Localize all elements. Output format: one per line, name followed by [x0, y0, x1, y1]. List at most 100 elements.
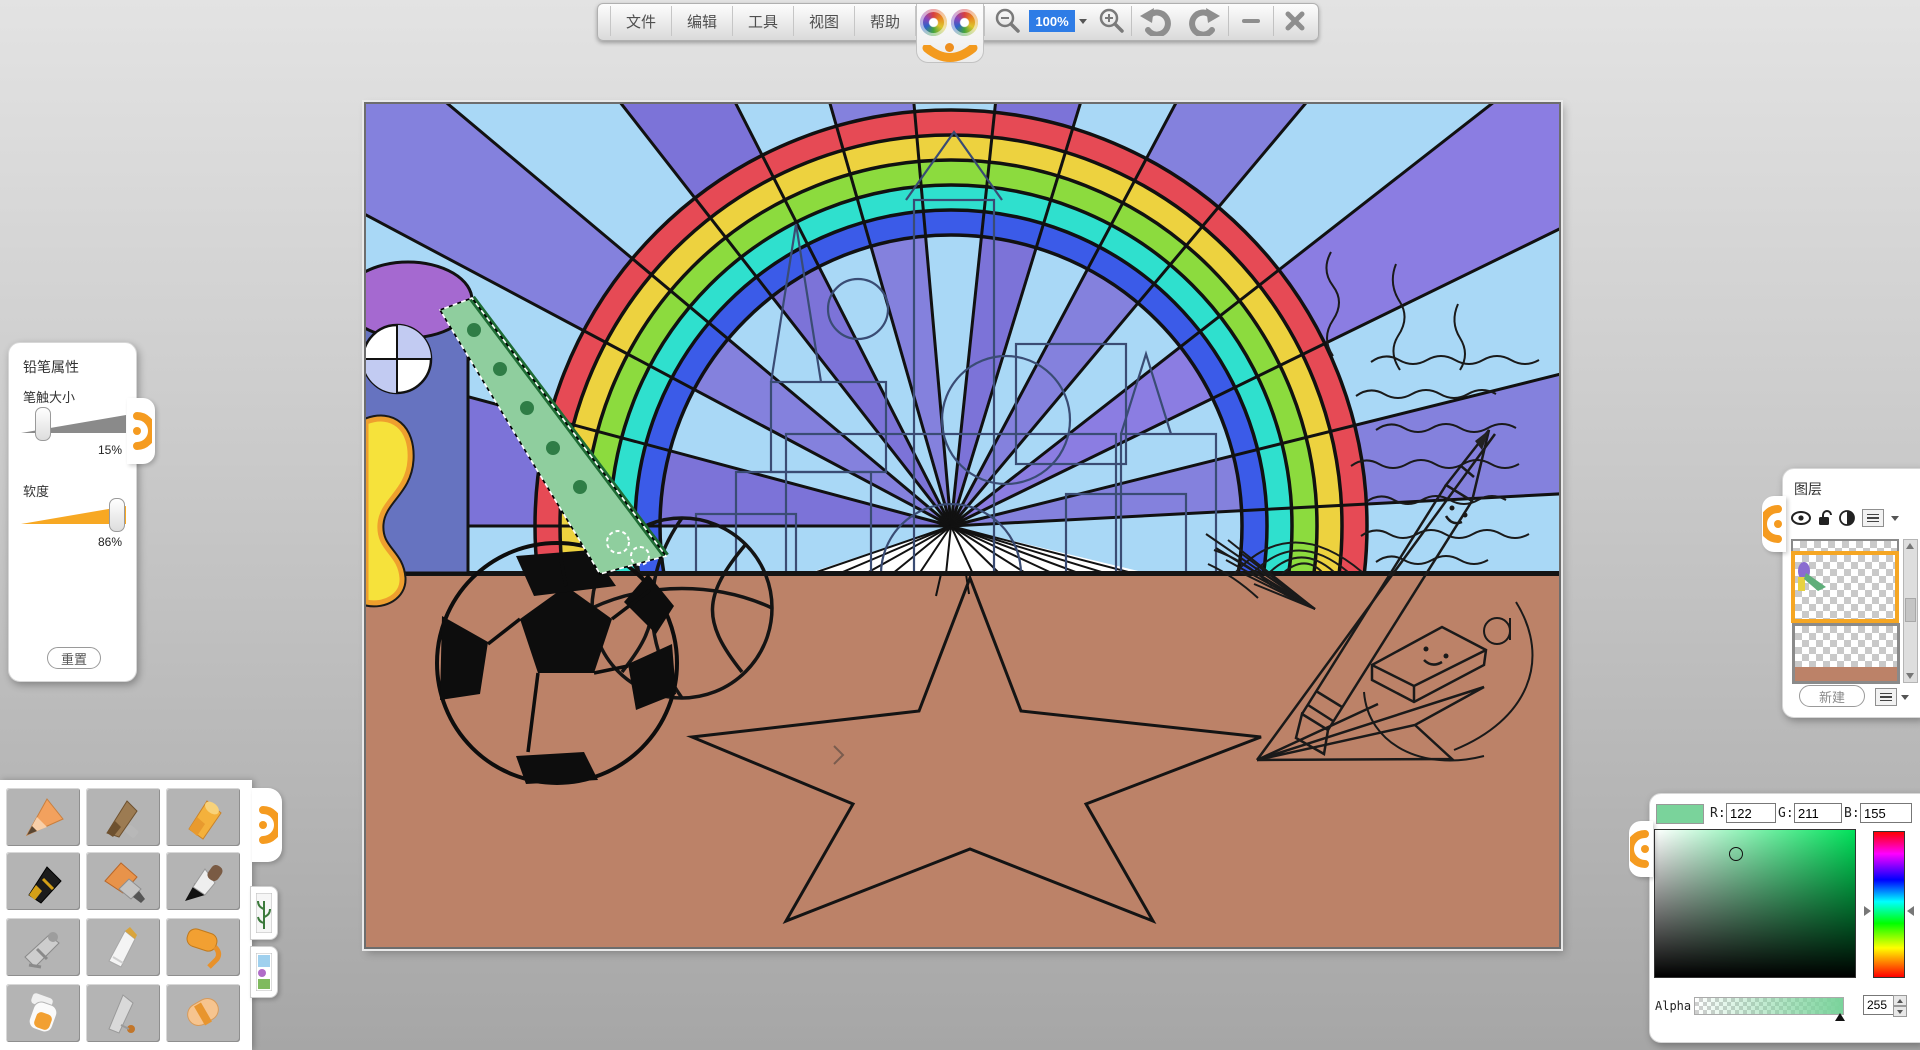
- layer-thumbnail-top[interactable]: [1791, 539, 1899, 551]
- tool-crayon[interactable]: [166, 788, 240, 846]
- picture-template-icon: [256, 953, 272, 991]
- scrollbar-thumb[interactable]: [1905, 598, 1916, 622]
- layers-panel: 图层: [1782, 468, 1920, 718]
- layers-scrollbar[interactable]: [1903, 539, 1918, 683]
- alpha-input[interactable]: [1863, 995, 1895, 1015]
- green-input[interactable]: [1794, 803, 1842, 823]
- color-picker-panel: R: G: B: Alpha: [1649, 793, 1920, 1043]
- undo-icon: [1138, 6, 1174, 36]
- tool-ink-brush[interactable]: [166, 852, 240, 910]
- orange-handle-icon: [256, 803, 278, 847]
- tool-eraser[interactable]: [166, 984, 240, 1042]
- orange-handle-icon: [1763, 502, 1785, 546]
- mascot-left-eye-icon[interactable]: [920, 9, 947, 36]
- tool-flat-brush[interactable]: [86, 852, 160, 910]
- tool-airbrush[interactable]: [6, 918, 80, 976]
- mascot-tab: [916, 4, 984, 63]
- layer-thumbnail-ground[interactable]: [1792, 623, 1900, 684]
- menu-file[interactable]: 文件: [610, 6, 672, 36]
- zoom-out-button[interactable]: [985, 6, 1029, 36]
- mascot-smile-icon: [922, 45, 978, 63]
- layer-menu-button[interactable]: [1862, 509, 1884, 527]
- ground-strip: [1795, 667, 1897, 681]
- redo-icon: [1186, 6, 1222, 36]
- zoom-out-icon: [992, 7, 1022, 35]
- app-window: 文件 编辑 工具 视图 帮助 100%: [0, 0, 1920, 1050]
- pencil-panel-title: 铅笔属性: [23, 357, 79, 377]
- palette-handle[interactable]: [252, 788, 282, 862]
- brush-size-label: 笔触大小: [23, 387, 75, 406]
- menu-view[interactable]: 视图: [794, 6, 855, 36]
- tool-fountain-pen[interactable]: [6, 852, 80, 910]
- sv-marker[interactable]: [1729, 847, 1743, 861]
- tool-palette-knife[interactable]: [86, 918, 160, 976]
- zoom-caret-down-icon[interactable]: [1079, 19, 1087, 24]
- layer-options-caret-icon[interactable]: [1901, 695, 1909, 700]
- layer-lock-button[interactable]: [1818, 510, 1832, 526]
- layer-thumbnail-active[interactable]: [1791, 551, 1899, 623]
- sharp-pencil-icon: [19, 793, 67, 841]
- zoom-in-icon: [1096, 7, 1126, 35]
- reset-button[interactable]: 重置: [47, 647, 101, 669]
- saturation-value-field[interactable]: [1654, 829, 1856, 978]
- blue-input[interactable]: [1860, 803, 1912, 823]
- orange-handle-icon: [130, 409, 152, 453]
- hue-slider[interactable]: [1873, 831, 1905, 978]
- undo-button[interactable]: [1132, 6, 1180, 36]
- menu-help[interactable]: 帮助: [855, 6, 916, 36]
- scroll-down-icon[interactable]: [1906, 673, 1914, 679]
- softness-handle[interactable]: [109, 498, 125, 532]
- menu-edit[interactable]: 编辑: [672, 6, 733, 36]
- softness-label: 软度: [23, 481, 49, 500]
- tool-paint-roller[interactable]: [166, 918, 240, 976]
- crayon-icon: [179, 793, 227, 841]
- red-input[interactable]: [1726, 803, 1776, 823]
- alpha-slider[interactable]: [1694, 997, 1844, 1015]
- layers-panel-handle[interactable]: [1762, 496, 1786, 552]
- zoom-in-button[interactable]: [1091, 6, 1131, 36]
- minimize-button[interactable]: [1229, 6, 1273, 36]
- canvas-artwork: [366, 104, 1559, 947]
- hue-marker-right-icon[interactable]: [1907, 906, 1914, 916]
- charcoal-stick-icon: [99, 793, 147, 841]
- layer-menu-caret-icon[interactable]: [1891, 516, 1899, 521]
- blue-label: B:: [1844, 806, 1860, 821]
- menu-tools[interactable]: 工具: [733, 6, 794, 36]
- eye-icon: [1791, 511, 1811, 525]
- layers-panel-title: 图层: [1794, 479, 1822, 499]
- drawing-canvas[interactable]: [364, 102, 1561, 949]
- mascot-right-eye-icon[interactable]: [951, 9, 978, 36]
- layer-blend-button[interactable]: [1839, 510, 1855, 526]
- zoom-level-field[interactable]: 100%: [1029, 10, 1075, 32]
- picture-templates-button[interactable]: [250, 946, 278, 998]
- layer-options-button[interactable]: [1875, 688, 1897, 706]
- green-label: G:: [1778, 806, 1794, 821]
- plant-stamps-button[interactable]: [250, 886, 278, 940]
- unlock-icon: [1818, 510, 1832, 526]
- point-blade-icon: [99, 989, 147, 1037]
- ink-brush-icon: [179, 857, 227, 905]
- hue-marker-left-icon[interactable]: [1864, 906, 1871, 916]
- tool-charcoal-stick[interactable]: [86, 788, 160, 846]
- alpha-label: Alpha: [1655, 999, 1691, 1013]
- alpha-spin-down-button[interactable]: [1893, 1006, 1907, 1017]
- orange-handle-icon: [1630, 827, 1652, 871]
- alpha-spinner: [1893, 995, 1907, 1017]
- tool-paint-jar[interactable]: [6, 984, 80, 1042]
- new-layer-button[interactable]: 新建: [1799, 685, 1865, 707]
- redo-button[interactable]: [1180, 6, 1228, 36]
- alpha-marker-icon[interactable]: [1835, 1013, 1845, 1021]
- tool-point-blade[interactable]: [86, 984, 160, 1042]
- layer-visibility-button[interactable]: [1791, 511, 1811, 525]
- eraser-icon: [179, 989, 227, 1037]
- scroll-up-icon[interactable]: [1906, 543, 1914, 549]
- close-button[interactable]: [1274, 6, 1316, 36]
- tool-palette: [0, 780, 252, 1050]
- tool-sharp-pencil[interactable]: [6, 788, 80, 846]
- pencil-properties-panel: 铅笔属性 笔触大小 15% 软度 86% 重置: [8, 342, 137, 682]
- alpha-spin-up-button[interactable]: [1893, 995, 1907, 1006]
- brush-size-handle[interactable]: [35, 407, 51, 441]
- color-picker-handle[interactable]: [1629, 821, 1653, 877]
- contrast-icon: [1839, 510, 1855, 526]
- pencil-panel-handle[interactable]: [127, 398, 155, 464]
